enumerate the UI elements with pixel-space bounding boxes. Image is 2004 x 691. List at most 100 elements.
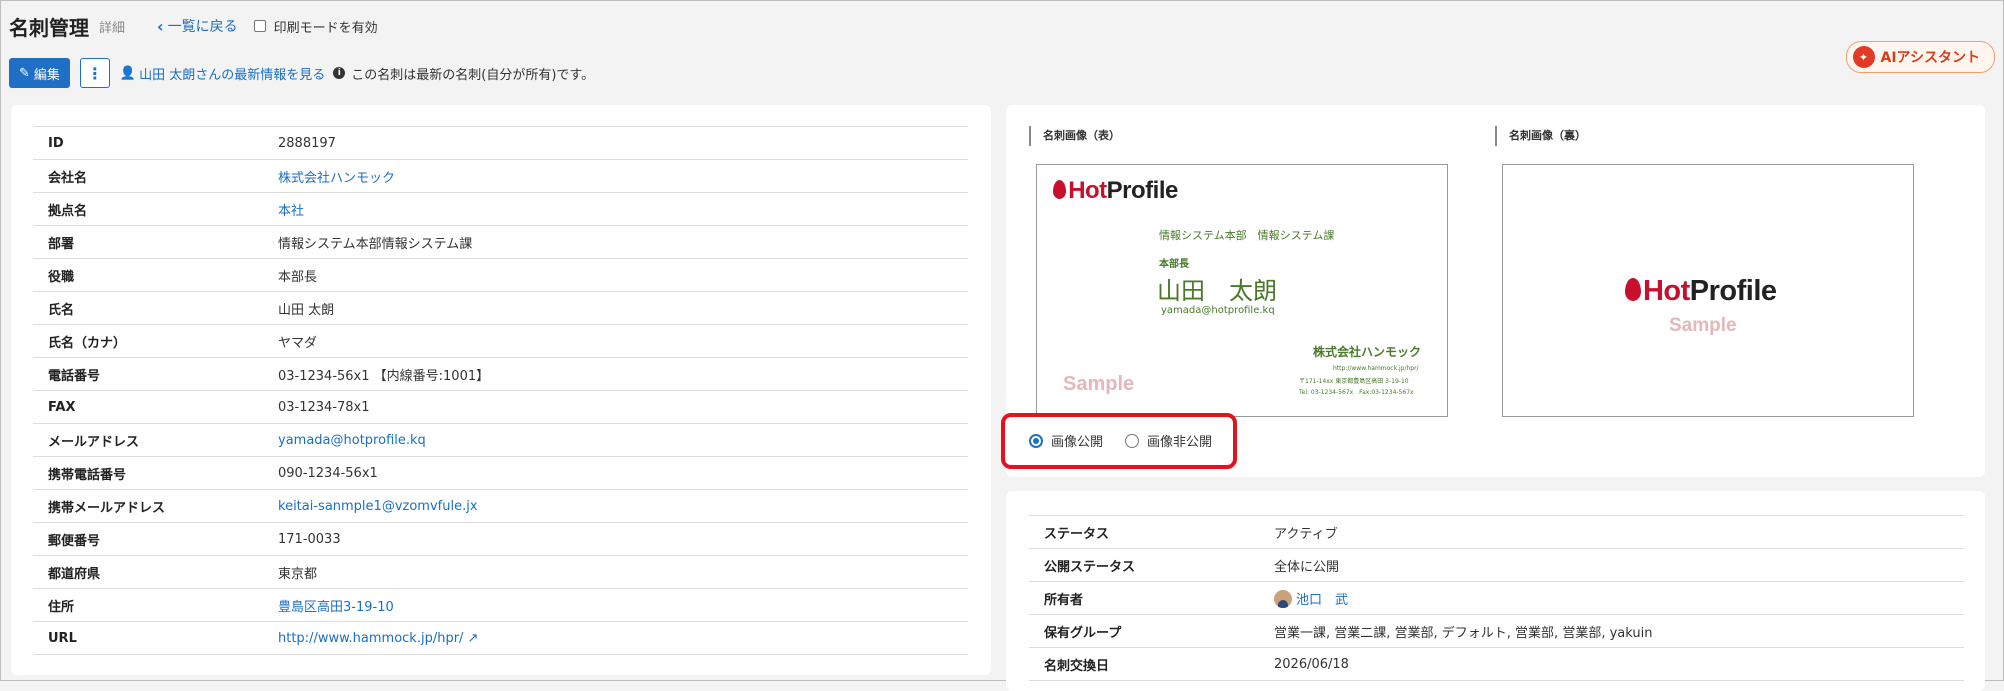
owner-link[interactable]: 池口 武 <box>1296 593 1348 608</box>
detail-label: 氏名（カナ） <box>33 324 263 358</box>
detail-label: 部署 <box>33 225 263 259</box>
detail-value-cell: http://www.hammock.jp/hpr/ ↗ <box>263 621 968 655</box>
edit-button[interactable]: ✎ 編集 <box>9 58 70 88</box>
exchange-date-value: 2026/06/18 <box>1259 647 1964 681</box>
detail-value-cell: ヤマダ <box>263 324 968 358</box>
back-card-image[interactable]: HotProfile Sample <box>1502 164 1914 417</box>
detail-value: 本部長 <box>278 269 318 285</box>
avatar <box>1274 589 1292 608</box>
radio-private-label: 画像非公開 <box>1147 435 1213 450</box>
radio-private-input[interactable] <box>1125 433 1140 448</box>
table-row: 住所 豊島区高田3-19-10 <box>33 588 968 622</box>
detail-link[interactable]: 本社 <box>278 204 304 219</box>
hotprofile-logo-back: HotProfile <box>1625 275 1777 308</box>
detail-label: 電話番号 <box>33 357 263 391</box>
detail-label: URL <box>33 621 263 655</box>
radio-image-public[interactable]: 画像公開 <box>1029 431 1103 450</box>
public-status-value: 全体に公開 <box>1259 548 1964 582</box>
detail-value-cell: 03-1234-78x1 <box>263 390 968 424</box>
chevron-left-icon: ‹ <box>157 16 164 36</box>
detail-value: 03-1234-78x1 <box>278 399 370 415</box>
table-row: 保有グループ 営業一課, 営業二課, 営業部, デフォルト, 営業部, 営業部,… <box>1029 614 1964 648</box>
table-row: 名刺交換日 2026/06/18 <box>1029 647 1964 681</box>
detail-label: 住所 <box>33 588 263 622</box>
ai-assistant-button[interactable]: ✦ AIアシスタント <box>1845 41 1995 73</box>
detail-value: 山田 太朗 <box>278 302 335 318</box>
detail-value-cell: 171-0033 <box>263 522 968 556</box>
external-link-icon[interactable]: ↗ <box>463 631 479 646</box>
card-title: 本部長 <box>1159 259 1189 270</box>
detail-label: 役職 <box>33 258 263 292</box>
status-label: ステータス <box>1029 515 1259 549</box>
radio-public-label: 画像公開 <box>1051 435 1104 450</box>
table-row: 携帯電話番号 090-1234-56x1 <box>33 456 968 490</box>
flame-icon <box>1053 180 1067 200</box>
table-row: 拠点名 本社 <box>33 192 968 226</box>
detail-value-cell: 株式会社ハンモック <box>263 159 968 193</box>
detail-value: ヤマダ <box>278 335 318 351</box>
detail-value-cell: 本部長 <box>263 258 968 292</box>
exchange-date-label: 名刺交換日 <box>1029 647 1259 681</box>
groups-value[interactable]: 営業一課, 営業二課, 営業部, デフォルト, 営業部, 営業部, yakuin <box>1259 614 1964 648</box>
table-row: 役職 本部長 <box>33 258 968 292</box>
detail-value: 2888197 <box>278 135 336 151</box>
latest-info-link[interactable]: 👤 山田 太朗さんの最新情報を見る <box>120 64 325 83</box>
table-row: 氏名 山田 太朗 <box>33 291 968 325</box>
detail-label: 氏名 <box>33 291 263 325</box>
detail-label: ID <box>33 126 263 160</box>
detail-value-cell: 豊島区高田3-19-10 <box>263 588 968 622</box>
card-name: 山田 太朗 <box>1157 277 1277 305</box>
detail-value-cell: yamada@hotprofile.kq <box>263 423 968 457</box>
status-value: アクティブ <box>1259 515 1964 549</box>
detail-value-cell: 2888197 <box>263 126 968 160</box>
detail-value: 171-0033 <box>278 531 341 547</box>
page-header: 名刺管理 詳細 ‹ 一覧に戻る 印刷モードを有効 <box>9 13 378 40</box>
detail-link[interactable]: yamada@hotprofile.kq <box>278 433 426 448</box>
back-to-list-link[interactable]: ‹ 一覧に戻る <box>157 16 238 36</box>
print-mode-checkbox[interactable] <box>253 20 266 32</box>
back-to-list-label: 一覧に戻る <box>167 19 238 35</box>
detail-value-cell: 情報システム本部情報システム課 <box>263 225 968 259</box>
table-row: URL http://www.hammock.jp/hpr/ ↗ <box>33 621 968 655</box>
detail-label: 都道府県 <box>33 555 263 589</box>
image-visibility-group: 画像公開 画像非公開 <box>1029 431 1212 450</box>
detail-link[interactable]: 豊島区高田3-19-10 <box>278 600 394 615</box>
more-vertical-icon: ⋮ <box>86 63 103 83</box>
table-row: メールアドレス yamada@hotprofile.kq <box>33 423 968 457</box>
detail-value-cell: 本社 <box>263 192 968 226</box>
hotprofile-logo: HotProfile <box>1053 177 1178 205</box>
radio-public-input[interactable] <box>1029 433 1043 448</box>
detail-label: メールアドレス <box>33 423 263 457</box>
detail-label: 拠点名 <box>33 192 263 226</box>
table-row: 公開ステータス 全体に公開 <box>1029 548 1964 582</box>
radio-image-private[interactable]: 画像非公開 <box>1125 431 1212 450</box>
detail-link[interactable]: http://www.hammock.jp/hpr/ <box>278 631 463 646</box>
page-title: 名刺管理 <box>9 15 89 40</box>
card-url: http://www.hammock.jp/hpr/ <box>1333 365 1419 372</box>
detail-link[interactable]: keitai-sanmple1@vzomvfule.jx <box>278 499 478 514</box>
print-mode-toggle[interactable]: 印刷モードを有効 <box>253 17 378 36</box>
sample-watermark: Sample <box>1063 373 1135 395</box>
table-row: 携帯メールアドレス keitai-sanmple1@vzomvfule.jx <box>33 489 968 523</box>
detail-label: 会社名 <box>33 159 263 193</box>
detail-link[interactable]: 株式会社ハンモック <box>278 171 395 186</box>
detail-label: 携帯メールアドレス <box>33 489 263 523</box>
public-status-label: 公開ステータス <box>1029 548 1259 582</box>
front-image-label: 名刺画像（表） <box>1029 126 1120 146</box>
latest-card-note: i この名刺は最新の名刺(自分が所有)です。 <box>333 64 594 83</box>
more-options-button[interactable]: ⋮ <box>79 58 110 88</box>
details-panel: ID 2888197 会社名 株式会社ハンモック 拠点名 本社 部署 情報システム本部情報シス… <box>11 105 991 675</box>
table-row: 所有者 池口 武 <box>1029 581 1964 615</box>
front-card-image[interactable]: HotProfile 情報システム本部 情報システム課 本部長 山田 太朗 ya… <box>1036 164 1448 417</box>
detail-value-cell: 090-1234-56x1 <box>263 456 968 490</box>
flame-icon <box>1625 278 1641 302</box>
pencil-icon: ✎ <box>19 65 30 81</box>
groups-label: 保有グループ <box>1029 614 1259 648</box>
detail-value-cell: 03-1234-56x1 【内線番号:1001】 <box>263 357 968 391</box>
latest-card-note-text: この名刺は最新の名刺(自分が所有)です。 <box>351 67 595 83</box>
info-icon: i <box>333 67 346 79</box>
table-row: 郵便番号 171-0033 <box>33 522 968 556</box>
card-address: 〒171-14xx 東京都豊島区高田 3-19-10 <box>1299 378 1409 385</box>
status-panel: ステータス アクティブ 公開ステータス 全体に公開 所有者 池口 武 保有グルー… <box>1006 491 1985 691</box>
card-dept: 情報システム本部 情報システム課 <box>1159 229 1335 242</box>
